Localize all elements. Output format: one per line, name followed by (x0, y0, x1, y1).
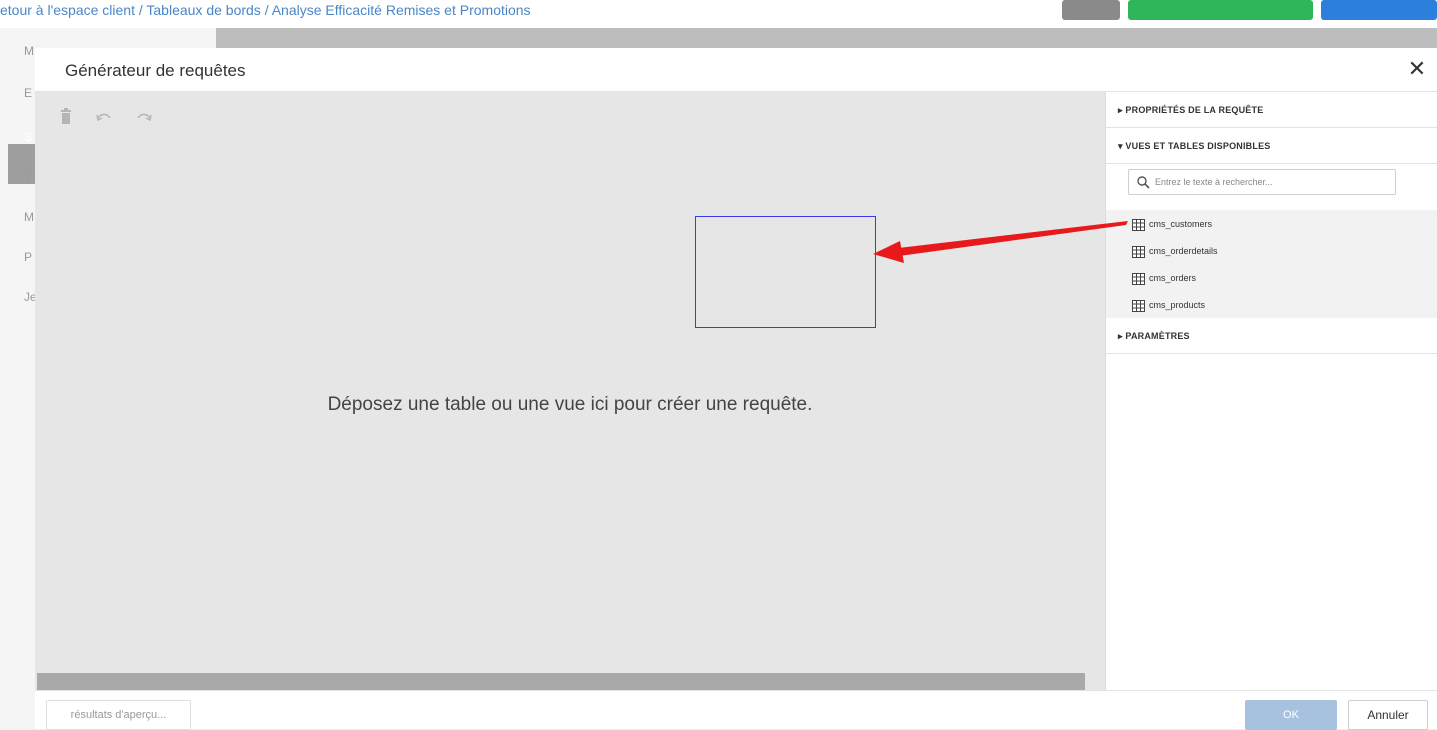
table-name: cms_orderdetails (1149, 246, 1218, 256)
sidebar-item[interactable]: E (24, 86, 32, 100)
header-button-blue[interactable] (1321, 0, 1437, 20)
breadcrumb[interactable]: etour à l'espace client / Tableaux de bo… (0, 2, 531, 18)
list-item[interactable]: cms_customers (1132, 215, 1212, 233)
list-item[interactable]: cms_orders (1132, 269, 1196, 287)
dialog-header: Générateur de requêtes ✕ (35, 48, 1437, 92)
dialog-title: Générateur de requêtes (65, 61, 246, 80)
table-name: cms_customers (1149, 219, 1213, 229)
preview-results-button[interactable]: résultats d'aperçu... (46, 700, 191, 730)
sidebar-item[interactable]: T (24, 170, 31, 184)
section-query-properties[interactable]: ▸ PROPRIÉTÉS DE LA REQUÊTE (1106, 92, 1437, 128)
sidebar-item[interactable]: M (24, 210, 34, 224)
query-builder-dialog: Générateur de requêtes ✕ Déposez une tab… (35, 48, 1437, 730)
query-side-panel: ▸ PROPRIÉTÉS DE LA REQUÊTE ▾ VUES ET TAB… (1105, 92, 1437, 690)
app-header: etour à l'espace client / Tableaux de bo… (0, 0, 1437, 28)
header-button-green[interactable] (1128, 0, 1313, 20)
table-icon (1132, 299, 1145, 312)
drop-instruction: Déposez une table ou une vue ici pour cr… (327, 394, 813, 415)
background-band (216, 28, 1437, 48)
table-list: cms_customers cms_orderdetails cms_order… (1106, 210, 1437, 318)
drop-target-box[interactable] (695, 216, 876, 328)
search-icon (1137, 176, 1150, 189)
table-name: cms_orders (1149, 273, 1197, 283)
list-item[interactable]: cms_products (1132, 296, 1205, 314)
ok-button[interactable]: OK (1245, 700, 1337, 730)
undo-icon[interactable] (93, 106, 115, 128)
sidebar-item[interactable]: P (24, 250, 32, 264)
sidebar-active-item[interactable] (8, 144, 38, 184)
header-button-gray[interactable] (1062, 0, 1120, 20)
table-icon (1132, 245, 1145, 258)
search-input[interactable] (1155, 174, 1391, 190)
sidebar-item[interactable]: S (24, 130, 32, 144)
section-label: PARAMÈTRES (1125, 331, 1190, 341)
trash-icon[interactable] (55, 106, 77, 128)
cancel-button[interactable]: Annuler (1348, 700, 1428, 730)
redo-icon[interactable] (133, 106, 155, 128)
table-icon (1132, 272, 1145, 285)
search-field[interactable] (1128, 169, 1396, 195)
query-canvas[interactable]: Déposez une table ou une vue ici pour cr… (35, 92, 1105, 690)
section-label: PROPRIÉTÉS DE LA REQUÊTE (1125, 105, 1264, 115)
dialog-footer: résultats d'aperçu... OK Annuler (35, 690, 1437, 730)
section-parameters[interactable]: ▸ PARAMÈTRES (1106, 318, 1437, 354)
horizontal-scrollbar[interactable] (37, 673, 1085, 690)
section-label: VUES ET TABLES DISPONIBLES (1125, 141, 1271, 151)
sidebar-item[interactable]: M (24, 44, 34, 58)
section-available-views[interactable]: ▾ VUES ET TABLES DISPONIBLES (1106, 128, 1437, 164)
close-icon[interactable]: ✕ (1405, 57, 1429, 81)
table-icon (1132, 218, 1145, 231)
list-item[interactable]: cms_orderdetails (1132, 242, 1218, 260)
table-name: cms_products (1149, 300, 1206, 310)
